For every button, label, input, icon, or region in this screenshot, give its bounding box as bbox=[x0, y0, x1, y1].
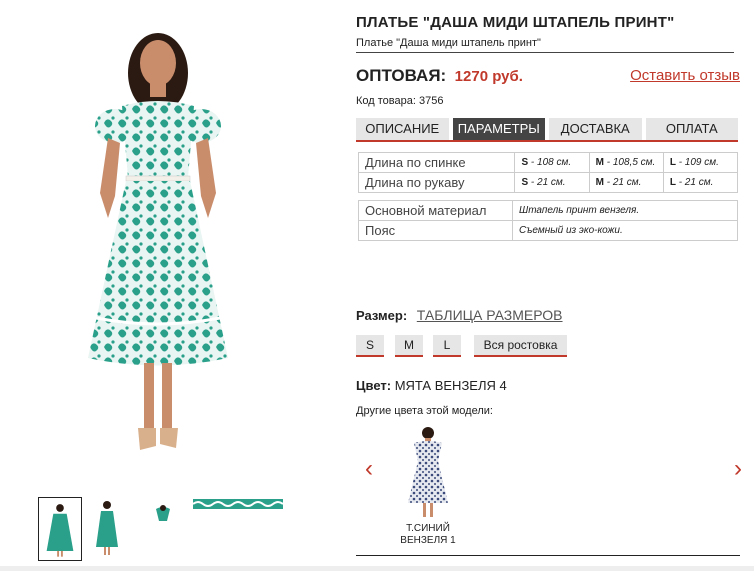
carousel-prev-icon[interactable]: ‹ bbox=[365, 455, 373, 483]
price-value: 1270 руб. bbox=[454, 68, 523, 85]
property-label: Пояс bbox=[358, 220, 513, 241]
other-colors-label: Другие цвета этой модели: bbox=[356, 405, 493, 417]
tab-parameters[interactable]: ПАРАМЕТРЫ bbox=[452, 118, 545, 140]
color-value: МЯТА ВЕНЗЕЛЯ 4 bbox=[394, 378, 507, 393]
color-label: Цвет: bbox=[356, 378, 392, 393]
table-row: Длина по рукаву S - 21 см. M - 21 см. L … bbox=[357, 172, 739, 193]
property-label: Основной материал bbox=[358, 200, 513, 221]
price-row: ОПТОВАЯ: 1270 руб. Оставить отзыв bbox=[356, 66, 740, 88]
size-l-value: L - 109 см. bbox=[662, 152, 739, 173]
properties-table: Основной материал Штапель принт вензеля.… bbox=[358, 200, 738, 241]
property-value: Съемный из эко-кожи. bbox=[512, 220, 738, 241]
size-m-value: M - 21 см. bbox=[588, 172, 664, 193]
thumbnail-4[interactable] bbox=[193, 499, 283, 509]
product-tabs: ОПИСАНИЕ ПАРАМЕТРЫ ДОСТАВКА ОПЛАТА bbox=[356, 118, 738, 142]
size-option-m[interactable]: M bbox=[395, 335, 423, 357]
color-variant-item[interactable]: Т.СИНИЙ ВЕНЗЕЛЯ 1 bbox=[396, 425, 460, 547]
variant-photo bbox=[408, 427, 448, 517]
size-label: Размер: bbox=[356, 308, 408, 323]
property-value: Штапель принт вензеля. bbox=[512, 200, 738, 221]
size-s-value: S - 21 см. bbox=[514, 172, 590, 193]
size-table-link[interactable]: ТАБЛИЦА РАЗМЕРОВ bbox=[417, 307, 563, 323]
size-m-value: M - 108,5 см. bbox=[588, 152, 664, 173]
measurement-label: Длина по рукаву bbox=[357, 172, 516, 193]
variant-label: Т.СИНИЙ ВЕНЗЕЛЯ 1 bbox=[400, 523, 456, 546]
page-bottom-strip bbox=[0, 566, 754, 571]
leave-review-link[interactable]: Оставить отзыв bbox=[630, 67, 740, 84]
carousel-next-icon[interactable]: › bbox=[734, 455, 742, 483]
divider bbox=[356, 555, 740, 556]
thumbnail-strip bbox=[38, 497, 288, 561]
product-subtitle: Платье "Даша миди штапель принт" bbox=[356, 37, 734, 53]
table-row: Длина по спинке S - 108 см. M - 108,5 см… bbox=[357, 152, 739, 173]
table-row: Основной материал Штапель принт вензеля. bbox=[358, 200, 738, 221]
size-option-l[interactable]: L bbox=[433, 335, 461, 357]
product-main-photo bbox=[88, 33, 228, 450]
thumbnail-2[interactable] bbox=[94, 497, 120, 557]
table-row: Пояс Съемный из эко-кожи. bbox=[358, 220, 738, 241]
size-option-s[interactable]: S bbox=[356, 335, 384, 357]
thumbnail-3[interactable] bbox=[153, 503, 173, 523]
size-section: Размер: ТАБЛИЦА РАЗМЕРОВ bbox=[356, 307, 563, 323]
tab-description[interactable]: ОПИСАНИЕ bbox=[356, 118, 449, 140]
measurements-table: Длина по спинке S - 108 см. M - 108,5 см… bbox=[357, 152, 739, 193]
size-l-value: L - 21 см. bbox=[662, 172, 739, 193]
tab-delivery[interactable]: ДОСТАВКА bbox=[549, 118, 642, 140]
thumbnail-1[interactable] bbox=[38, 497, 82, 561]
product-title: ПЛАТЬЕ "ДАША МИДИ ШТАПЕЛЬ ПРИНТ" bbox=[356, 14, 675, 31]
price-label: ОПТОВАЯ: bbox=[356, 66, 447, 85]
tab-payment[interactable]: ОПЛАТА bbox=[645, 118, 738, 140]
color-section: Цвет: МЯТА ВЕНЗЕЛЯ 4 bbox=[356, 378, 507, 393]
size-option-all[interactable]: Вся ростовка bbox=[474, 335, 567, 357]
size-s-value: S - 108 см. bbox=[514, 152, 590, 173]
measurement-label: Длина по спинке bbox=[357, 152, 516, 173]
product-sku: Код товара: 3756 bbox=[356, 95, 444, 107]
